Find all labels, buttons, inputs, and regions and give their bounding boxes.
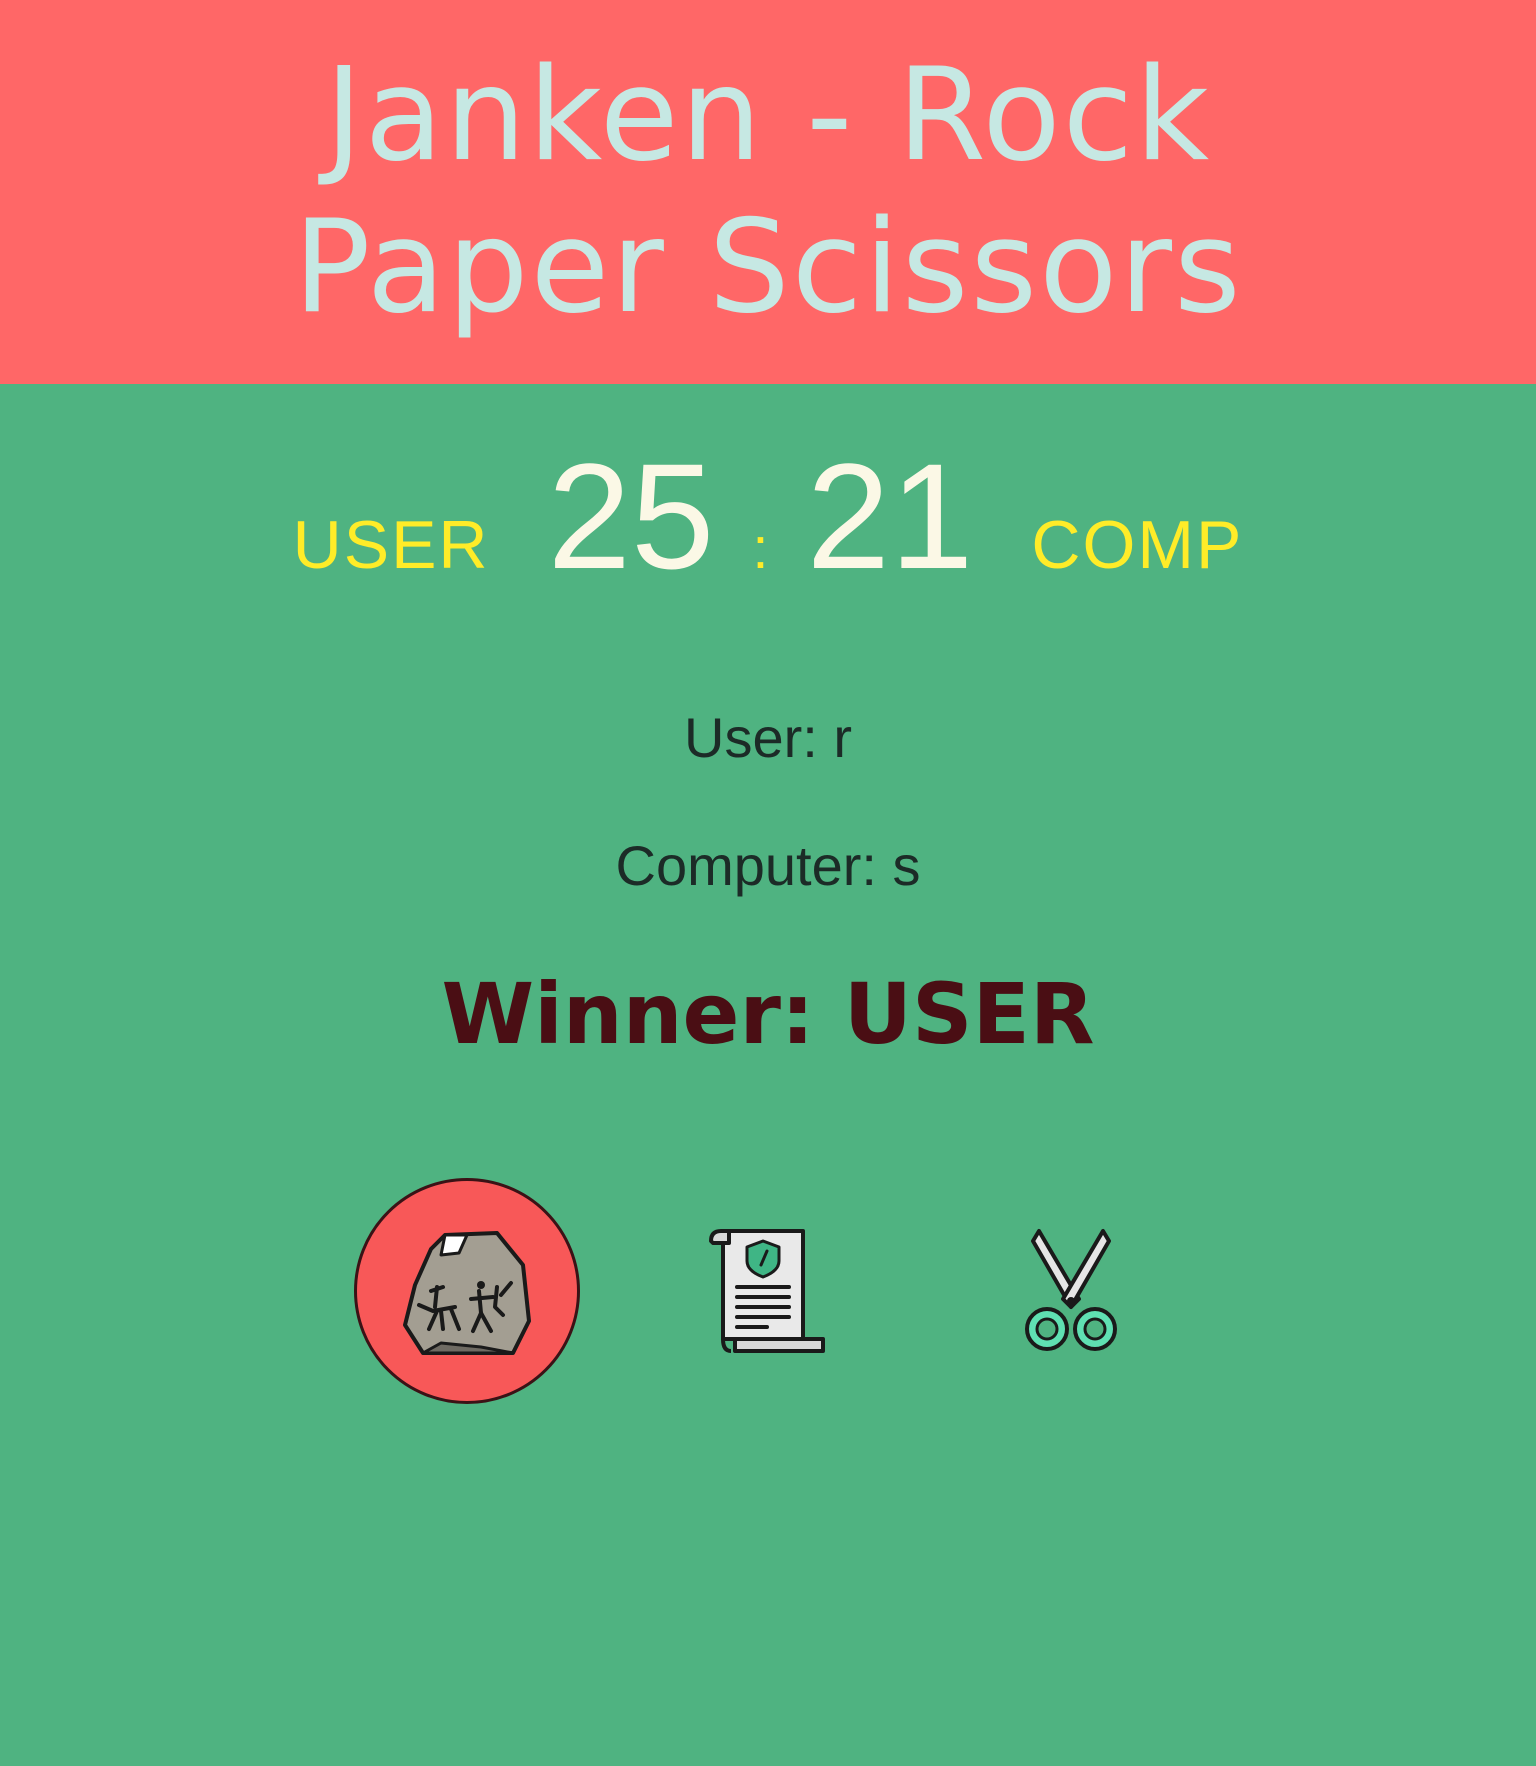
computer-score: 21 bbox=[806, 432, 974, 600]
rock-icon bbox=[403, 1231, 531, 1355]
header-banner: Janken - Rock Paper Scissors bbox=[0, 0, 1536, 384]
scoreboard: USER 25 : 21 COMP bbox=[0, 430, 1536, 610]
user-score: 25 bbox=[547, 432, 715, 600]
game-page: Janken - Rock Paper Scissors USER 25 : 2… bbox=[0, 0, 1536, 1766]
winner-text: Winner: USER bbox=[441, 965, 1095, 1063]
paper-scroll-icon bbox=[709, 1229, 825, 1353]
scissors-icon bbox=[1025, 1229, 1117, 1351]
user-label: USER bbox=[292, 507, 490, 583]
choice-buttons bbox=[0, 1178, 1536, 1408]
scissors-button[interactable] bbox=[958, 1178, 1184, 1404]
score-separator: : bbox=[752, 516, 769, 581]
rock-button[interactable] bbox=[354, 1178, 580, 1404]
computer-move-text: Computer: s bbox=[615, 834, 921, 897]
user-move-text: User: r bbox=[684, 706, 852, 769]
computer-label: COMP bbox=[1031, 507, 1244, 583]
paper-button[interactable] bbox=[660, 1178, 886, 1404]
page-title: Janken - Rock Paper Scissors bbox=[293, 41, 1243, 342]
